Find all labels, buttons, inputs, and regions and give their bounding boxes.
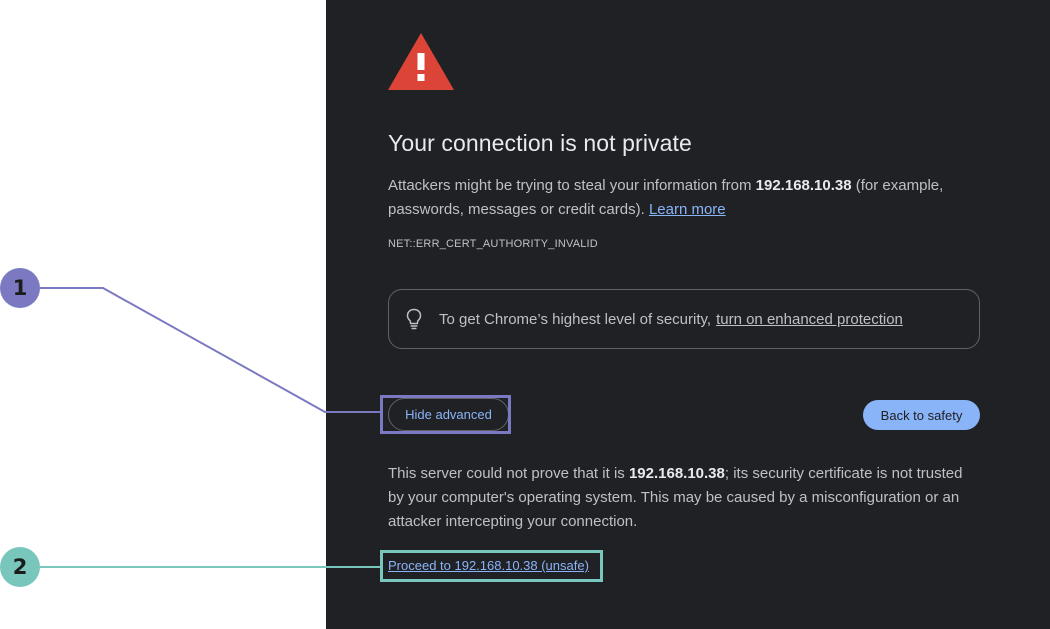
error-code: NET::ERR_CERT_AUTHORITY_INVALID — [388, 238, 598, 250]
detail-text-start: This server could not prove that it is — [388, 465, 629, 482]
learn-more-link[interactable]: Learn more — [649, 201, 726, 218]
annotation-highlight-hide-advanced — [380, 395, 511, 434]
intro-paragraph: Attackers might be trying to steal your … — [388, 174, 988, 222]
warning-triangle-icon — [388, 33, 454, 90]
detail-host-name: 192.168.10.38 — [628, 465, 725, 482]
advanced-details-paragraph: This server could not prove that it is 1… — [388, 462, 978, 534]
annotation-highlight-proceed-link — [380, 550, 603, 582]
annotation-marker-1: 1 — [0, 268, 40, 308]
back-to-safety-button[interactable]: Back to safety — [863, 400, 980, 430]
intro-text-start: Attackers might be trying to steal your … — [388, 177, 756, 194]
host-name: 192.168.10.38 — [755, 177, 852, 194]
privacy-error-page: Your connection is not private Attackers… — [326, 0, 1050, 629]
enhanced-protection-link[interactable]: turn on enhanced protection — [716, 311, 903, 328]
lightbulb-icon — [406, 308, 422, 330]
enhanced-protection-banner: To get Chrome’s highest level of securit… — [388, 289, 980, 349]
annotation-marker-2: 2 — [0, 547, 40, 587]
enhanced-protection-text: To get Chrome’s highest level of securit… — [439, 310, 712, 328]
page-title: Your connection is not private — [388, 130, 692, 156]
